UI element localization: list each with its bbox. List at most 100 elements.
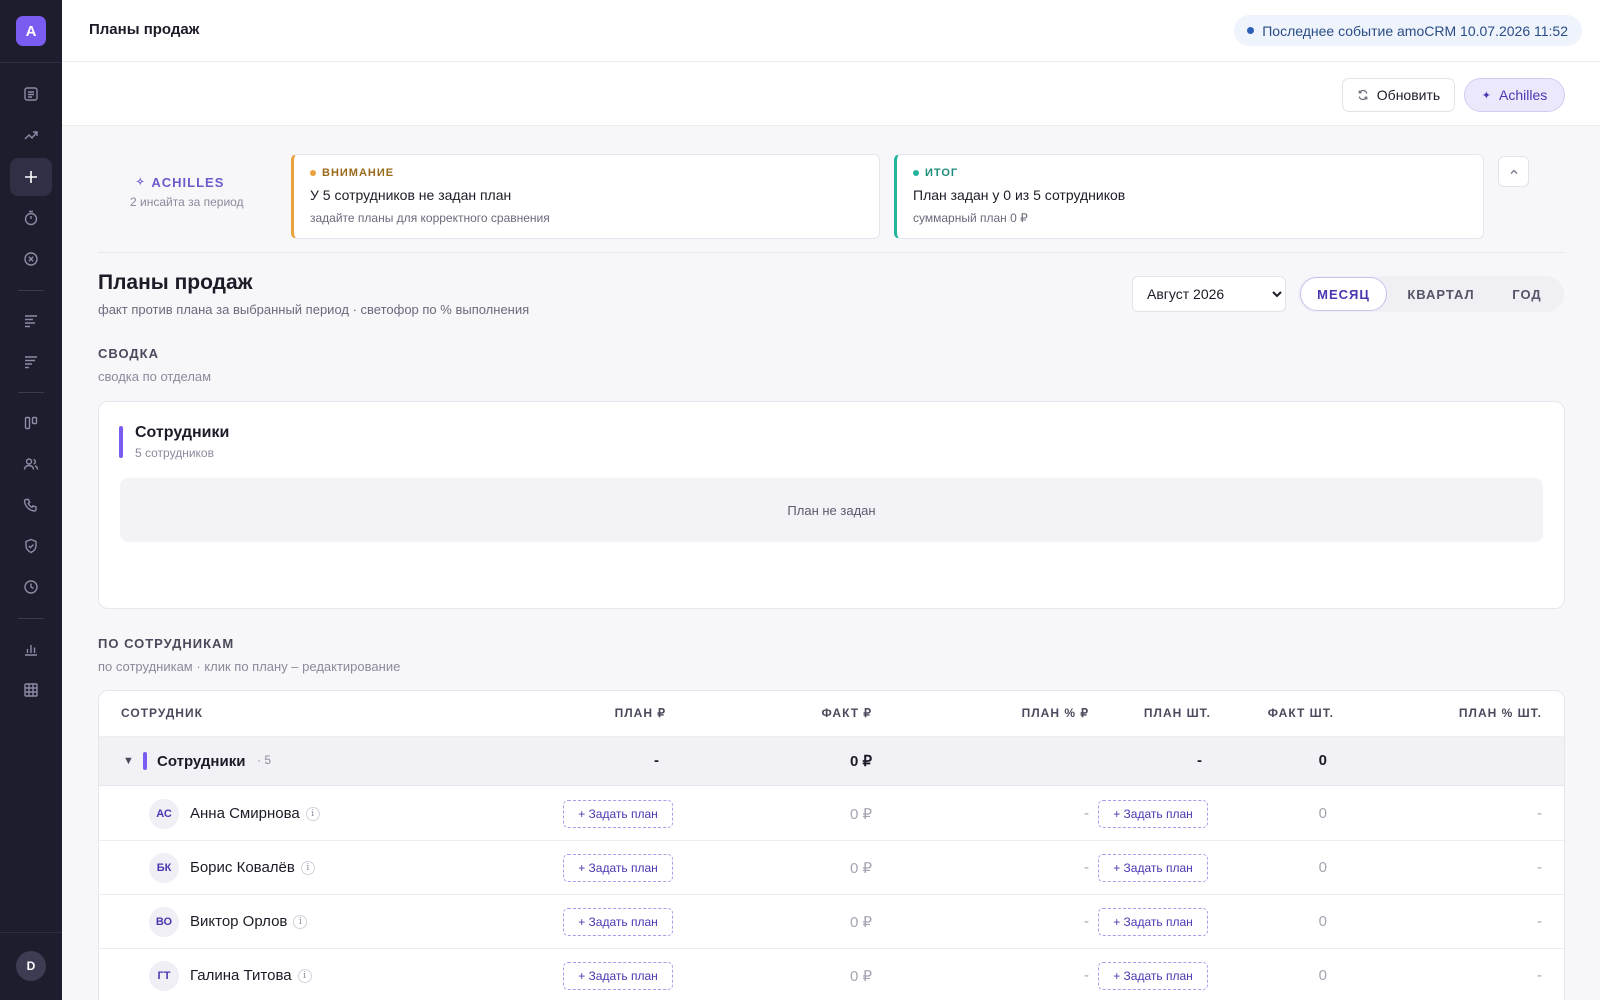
column-header[interactable]: ПЛАН % ₽ <box>1022 706 1089 720</box>
insight-text: План задан у 0 из 5 сотрудников <box>913 187 1126 203</box>
group-row[interactable]: ▼ Сотрудники · 5 - 0 ₽ - 0 <box>99 737 1564 786</box>
fact-rub: 0 ₽ <box>849 860 872 877</box>
insight-note: задайте планы для корректного сравнения <box>310 211 550 225</box>
sidebar-item-trending[interactable] <box>10 116 52 154</box>
caret-down-icon[interactable]: ▼ <box>123 755 134 767</box>
employee-name[interactable]: Борис Ковалёв <box>190 859 295 876</box>
sidebar-item-plans[interactable] <box>10 158 52 196</box>
insights-subtitle: 2 инсайта за период <box>130 195 244 209</box>
group-plan-rub: - <box>654 752 659 769</box>
sidebar-item-kanban[interactable] <box>10 404 52 442</box>
user-avatar[interactable]: D <box>16 951 46 981</box>
set-plan-pcs-button[interactable]: + Задать план <box>1098 962 1208 990</box>
avatar: ГТ <box>149 961 179 991</box>
column-header[interactable]: ФАКТ ШТ. <box>1268 706 1334 720</box>
insight-tag: ВНИМАНИЕ <box>322 167 395 179</box>
sidebar-item-analytics[interactable] <box>10 630 52 668</box>
sidebar-item-list[interactable] <box>10 75 52 113</box>
sidebar-item-table[interactable] <box>10 671 52 709</box>
page-subtitle: факт против плана за выбранный период · … <box>98 302 530 317</box>
bar-chart-icon <box>25 645 37 656</box>
employee-name-cell: Анна Смирнова i <box>190 805 320 822</box>
sparkle-icon: ✧ <box>136 177 146 188</box>
set-plan-rub-button[interactable]: + Задать план <box>563 854 673 882</box>
last-event-text: Последнее событие amoCRM 10.07.2026 11:5… <box>1262 22 1568 39</box>
group-count: · 5 <box>257 753 272 767</box>
employee-name[interactable]: Анна Смирнова <box>190 805 300 822</box>
refresh-button[interactable]: Обновить <box>1342 78 1455 112</box>
plan-pct-rub: - <box>1084 913 1089 930</box>
fact-pcs: 0 <box>1318 913 1327 930</box>
chevron-up-icon <box>1510 169 1517 174</box>
bars-icon <box>25 315 37 328</box>
close-circle-icon <box>24 252 38 266</box>
sparkle-icon: ✦ <box>1481 89 1491 102</box>
kanban-icon <box>24 416 38 430</box>
table-row: ГТ Галина Титова i + Задать план 0 ₽ - + … <box>99 949 1564 1000</box>
achilles-button-label: Achilles <box>1498 87 1548 103</box>
insight-tag-row: ИТОГ <box>913 167 1467 179</box>
set-plan-pcs-button[interactable]: + Задать план <box>1098 908 1208 936</box>
success-dot-icon <box>913 170 919 176</box>
tab-quarter[interactable]: КВАРТАЛ <box>1395 277 1487 311</box>
info-icon[interactable]: i <box>300 861 315 875</box>
column-header[interactable]: ПЛАН ШТ. <box>1144 706 1211 720</box>
plus-icon <box>25 171 37 183</box>
table-header: СОТРУДНИК ПЛАН ₽ ФАКТ ₽ ПЛАН % ₽ ПЛАН ШТ… <box>99 691 1564 737</box>
set-plan-pcs-button[interactable]: + Задать план <box>1098 800 1208 828</box>
tab-month[interactable]: МЕСЯЦ <box>1300 277 1387 311</box>
set-plan-rub-button[interactable]: + Задать план <box>563 800 673 828</box>
sidebar-item-timer[interactable] <box>10 199 52 237</box>
column-header[interactable]: ФАКТ ₽ <box>821 706 872 720</box>
set-plan-pcs-button[interactable]: + Задать план <box>1098 854 1208 882</box>
app-logo[interactable]: A <box>16 16 46 46</box>
insights-title: ACHILLES <box>151 175 225 190</box>
column-header[interactable]: ПЛАН ₽ <box>615 706 666 720</box>
employee-name[interactable]: Виктор Орлов <box>190 913 287 930</box>
column-header[interactable]: ПЛАН % ШТ. <box>1459 706 1542 720</box>
insight-tag: ИТОГ <box>925 167 959 179</box>
info-icon[interactable]: i <box>297 969 312 983</box>
set-plan-rub-button[interactable]: + Задать план <box>563 962 673 990</box>
plan-pct-rub: - <box>1084 859 1089 876</box>
set-plan-rub-button[interactable]: + Задать план <box>563 908 673 936</box>
insight-text: У 5 сотрудников не задан план <box>310 187 512 203</box>
sidebar-item-funnel[interactable] <box>10 302 52 340</box>
dept-name: Сотрудники <box>135 424 230 441</box>
sidebar-divider <box>0 932 62 933</box>
shield-check-icon <box>25 538 37 554</box>
plan-pct-pcs: - <box>1537 913 1542 930</box>
employee-name[interactable]: Галина Титова <box>190 967 292 984</box>
fact-rub: 0 ₽ <box>849 806 872 823</box>
insight-card-warning[interactable]: ВНИМАНИЕ У 5 сотрудников не задан план з… <box>291 154 880 239</box>
employee-name-cell: Виктор Орлов i <box>190 913 308 930</box>
sidebar-item-security[interactable] <box>10 527 52 565</box>
tab-year[interactable]: ГОД <box>1495 277 1559 311</box>
table-row: АС Анна Смирнова i + Задать план 0 ₽ - + … <box>99 787 1564 841</box>
refresh-button-label: Обновить <box>1376 87 1441 103</box>
collapse-insights-button[interactable] <box>1498 156 1529 187</box>
sidebar-item-report[interactable] <box>10 343 52 381</box>
dept-count: 5 сотрудников <box>135 446 214 460</box>
fact-pcs: 0 <box>1318 967 1327 984</box>
page-title: Планы продаж <box>98 271 253 294</box>
sidebar-item-declined[interactable] <box>10 240 52 278</box>
sidebar-item-history[interactable] <box>10 568 52 606</box>
group-accent-bar <box>143 752 147 770</box>
group-plan-pcs: - <box>1197 752 1202 769</box>
info-icon[interactable]: i <box>293 915 308 929</box>
info-icon[interactable]: i <box>305 807 320 821</box>
plan-pct-pcs: - <box>1537 805 1542 822</box>
top-header: Планы продаж Последнее событие amoCRM 10… <box>62 0 1600 62</box>
insight-card-summary[interactable]: ИТОГ План задан у 0 из 5 сотрудников сум… <box>894 154 1484 239</box>
trending-up-icon <box>24 131 38 140</box>
achilles-button[interactable]: ✦ Achilles <box>1464 78 1565 112</box>
list-icon <box>24 87 38 101</box>
sidebar-item-users[interactable] <box>10 445 52 483</box>
period-select[interactable]: Август 2026 <box>1132 276 1286 312</box>
summary-label: СВОДКА <box>98 346 159 361</box>
column-header[interactable]: СОТРУДНИК <box>121 706 203 720</box>
sidebar-item-calls[interactable] <box>10 486 52 524</box>
insight-tag-row: ВНИМАНИЕ <box>310 167 863 179</box>
avatar: ВО <box>149 907 179 937</box>
